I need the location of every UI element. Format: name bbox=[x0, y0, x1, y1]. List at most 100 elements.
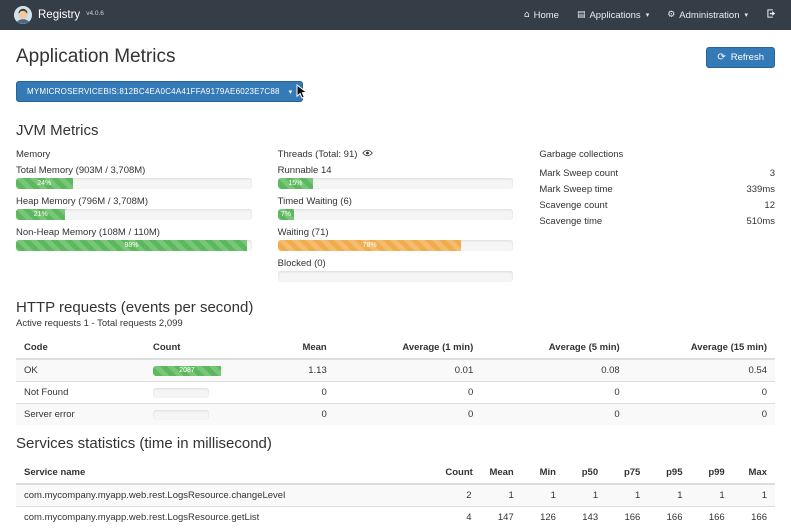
cell-p99: 1 bbox=[691, 484, 733, 507]
progress-track bbox=[278, 271, 514, 282]
cell-mean: 0 bbox=[266, 404, 334, 426]
cell-max: 166 bbox=[733, 507, 775, 528]
cell-avg5: 0 bbox=[481, 404, 627, 426]
cell-p75: 1 bbox=[606, 484, 648, 507]
metric-nonheap-memory: Non-Heap Memory (108M / 110M) 98% bbox=[16, 227, 252, 251]
cell-mean: 1 bbox=[480, 484, 522, 507]
cell-max: 1 bbox=[733, 484, 775, 507]
gc-row: Mark Sweep time 339ms bbox=[539, 181, 775, 197]
http-requests-table: Code Count Mean Average (1 min) Average … bbox=[16, 337, 775, 425]
col-header-avg1: Average (1 min) bbox=[335, 337, 481, 359]
col-header-p99: p99 bbox=[691, 462, 733, 484]
gc-value: 3 bbox=[770, 168, 775, 179]
refresh-label: Refresh bbox=[731, 52, 764, 63]
brand-name: Registry bbox=[38, 9, 80, 21]
refresh-icon: ⟳ bbox=[717, 52, 725, 63]
jvm-metrics-heading: JVM Metrics bbox=[16, 122, 775, 139]
progress-track: 7% bbox=[278, 209, 514, 220]
gc-row: Scavenge count 12 bbox=[539, 197, 775, 213]
brand-version: v4.0.6 bbox=[86, 10, 104, 17]
cell-avg1: 0.01 bbox=[335, 359, 481, 382]
metric-runnable: Runnable 14 15% bbox=[278, 165, 514, 189]
progress-track: 21% bbox=[16, 209, 252, 220]
progress-track: 78% bbox=[278, 240, 514, 251]
col-header-avg5: Average (5 min) bbox=[481, 337, 627, 359]
col-header-avg15: Average (15 min) bbox=[628, 337, 775, 359]
eye-icon[interactable] bbox=[362, 149, 373, 160]
threads-heading-label: Threads (Total: 91) bbox=[278, 149, 358, 160]
cell-avg1: 0 bbox=[335, 382, 481, 404]
http-requests-subtitle: Active requests 1 - Total requests 2,099 bbox=[16, 318, 775, 329]
progress-bar: 24% bbox=[16, 178, 73, 189]
progress-track: 2087 bbox=[153, 366, 223, 376]
gc-value: 339ms bbox=[746, 184, 775, 195]
refresh-button[interactable]: ⟳ Refresh bbox=[706, 47, 775, 68]
cell-service-name: com.mycompany.myapp.web.rest.LogsResourc… bbox=[16, 484, 437, 507]
administration-gear-icon: ⚙ bbox=[667, 10, 675, 20]
metric-label: Runnable 14 bbox=[278, 165, 514, 176]
gc-section: Garbage collections Mark Sweep count 3 M… bbox=[539, 149, 775, 289]
sign-out-icon bbox=[766, 8, 777, 22]
metric-label: Heap Memory (796M / 3,708M) bbox=[16, 196, 252, 207]
progress-track: 98% bbox=[16, 240, 252, 251]
col-header-p50: p50 bbox=[564, 462, 606, 484]
progress-bar: 15% bbox=[278, 178, 313, 189]
col-header-max: Max bbox=[733, 462, 775, 484]
col-header-count: Count bbox=[145, 337, 266, 359]
chevron-down-icon: ▾ bbox=[646, 11, 650, 19]
cell-p99: 166 bbox=[691, 507, 733, 528]
cell-count: 4 bbox=[437, 507, 479, 528]
brand[interactable]: Registry v4.0.6 bbox=[14, 6, 104, 24]
cell-avg15: 0.54 bbox=[628, 359, 775, 382]
gc-label: Scavenge time bbox=[539, 216, 602, 227]
cell-avg15: 0 bbox=[628, 404, 775, 426]
cell-p95: 1 bbox=[648, 484, 690, 507]
cell-mean: 0 bbox=[266, 382, 334, 404]
services-statistics-table: Service name Count Mean Min p50 p75 p95 … bbox=[16, 462, 775, 528]
table-row-not-found: Not Found 0 0 0 0 bbox=[16, 382, 775, 404]
applications-icon: ▤ bbox=[577, 10, 586, 20]
chevron-down-icon: ▾ bbox=[744, 11, 748, 19]
metric-heap-memory: Heap Memory (796M / 3,708M) 21% bbox=[16, 196, 252, 220]
nav-applications-label: Applications bbox=[589, 10, 640, 21]
nav-home-label: Home bbox=[534, 10, 559, 21]
gc-heading: Garbage collections bbox=[539, 149, 775, 160]
threads-heading: Threads (Total: 91) bbox=[278, 149, 514, 160]
cell-count bbox=[145, 404, 266, 426]
cell-code: Not Found bbox=[16, 382, 145, 404]
progress-track: 15% bbox=[278, 178, 514, 189]
cell-service-name: com.mycompany.myapp.web.rest.LogsResourc… bbox=[16, 507, 437, 528]
cell-avg5: 0 bbox=[481, 382, 627, 404]
col-header-p75: p75 bbox=[606, 462, 648, 484]
gc-row: Mark Sweep count 3 bbox=[539, 165, 775, 181]
cell-p50: 143 bbox=[564, 507, 606, 528]
progress-bar: 78% bbox=[278, 240, 462, 251]
col-header-p95: p95 bbox=[648, 462, 690, 484]
cell-min: 126 bbox=[522, 507, 564, 528]
memory-heading: Memory bbox=[16, 149, 252, 160]
http-requests-heading: HTTP requests (events per second) bbox=[16, 299, 775, 316]
nav-administration[interactable]: ⚙ Administration ▾ bbox=[667, 10, 748, 21]
cell-mean: 147 bbox=[480, 507, 522, 528]
gc-label: Mark Sweep time bbox=[539, 184, 612, 195]
col-header-code: Code bbox=[16, 337, 145, 359]
metric-timed-waiting: Timed Waiting (6) 7% bbox=[278, 196, 514, 220]
metric-label: Timed Waiting (6) bbox=[278, 196, 514, 207]
cell-code: OK bbox=[16, 359, 145, 382]
page-header: Application Metrics ⟳ Refresh bbox=[16, 46, 775, 68]
nav-home[interactable]: ⌂ Home bbox=[524, 10, 559, 21]
threads-section: Threads (Total: 91) Runnable 14 15% Time… bbox=[278, 149, 514, 289]
metric-label: Waiting (71) bbox=[278, 227, 514, 238]
nav-administration-label: Administration bbox=[679, 10, 739, 21]
nav-logout[interactable] bbox=[766, 8, 777, 22]
col-header-count: Count bbox=[437, 462, 479, 484]
nav-applications[interactable]: ▤ Applications ▾ bbox=[577, 10, 649, 21]
cell-count bbox=[145, 382, 266, 404]
http-requests-table-wrap: Code Count Mean Average (1 min) Average … bbox=[16, 337, 775, 425]
table-row-service: com.mycompany.myapp.web.rest.LogsResourc… bbox=[16, 484, 775, 507]
col-header-mean: Mean bbox=[480, 462, 522, 484]
instance-selector-dropdown[interactable]: MYMICROSERVICEBIS:812BC4EA0C4A41FFA9179A… bbox=[16, 81, 303, 102]
navbar: Registry v4.0.6 ⌂ Home ▤ Applications ▾ … bbox=[0, 0, 791, 30]
metric-label: Blocked (0) bbox=[278, 258, 514, 269]
cell-p50: 1 bbox=[564, 484, 606, 507]
